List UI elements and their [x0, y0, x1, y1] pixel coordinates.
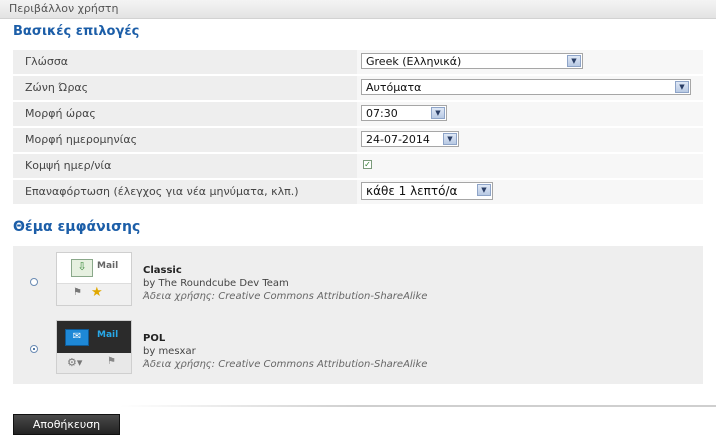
save-button[interactable]: Αποθήκευση	[13, 414, 120, 435]
option-row-pretty-date: Κομψή ημερ/νία ✓	[13, 154, 703, 179]
skin-pol-license: Άδεια χρήσης: Creative Commons Attributi…	[143, 359, 428, 370]
chevron-down-icon: ▼	[477, 184, 491, 196]
chevron-down-icon: ▼	[675, 81, 689, 93]
skin-classic-thumbnail: ⇩ Mail ⚑ ★	[56, 252, 132, 306]
thumb-mail-label: Mail	[97, 330, 119, 340]
thumb-toolbar: ⚑ ★	[57, 283, 131, 305]
skin-classic-license: Άδεια χρήσης: Creative Commons Attributi…	[143, 291, 428, 302]
skin-pol-thumbnail: ✉ Mail ⚙▾ ⚑	[56, 320, 132, 374]
option-row-date-format: Μορφή ημερομηνίας 24-07-2014 ▼	[13, 128, 703, 153]
mail-envelope-icon: ✉	[65, 329, 89, 346]
skin-classic-name: Classic	[143, 265, 182, 276]
timezone-value: Αυτόματα	[366, 81, 422, 94]
chevron-down-icon: ▼	[431, 107, 445, 119]
refresh-cell: κάθε 1 λεπτό/α ▼	[357, 180, 703, 204]
skin-list: ⇩ Mail ⚑ ★ Classic by The Roundcube Dev …	[13, 246, 703, 384]
window-titlebar: Περιβάλλον χρήστη	[0, 0, 716, 19]
refresh-label: Επαναφόρτωση (έλεγχος για νέα μηνύματα, …	[25, 185, 299, 198]
skin-option-classic[interactable]: ⇩ Mail ⚑ ★ Classic by The Roundcube Dev …	[13, 250, 703, 312]
refresh-value: κάθε 1 λεπτό/α	[366, 184, 458, 198]
chevron-down-icon: ▼	[567, 55, 581, 67]
skin-pol-radio[interactable]	[30, 345, 38, 353]
skin-pol-name: POL	[143, 333, 166, 344]
skin-option-pol[interactable]: ✉ Mail ⚙▾ ⚑ POL by mesxar Άδεια χρήσης: …	[13, 318, 703, 380]
option-row-time-format: Μορφή ώρας 07:30 ▼	[13, 102, 703, 127]
language-select[interactable]: Greek (Ελληνικά) ▼	[361, 53, 583, 69]
language-cell: Greek (Ελληνικά) ▼	[357, 50, 703, 74]
footer-divider	[120, 405, 716, 407]
date-format-label: Μορφή ημερομηνίας	[25, 133, 138, 146]
chevron-down-icon: ▼	[443, 133, 457, 145]
flag-icon: ⚑	[107, 356, 116, 367]
date-format-cell: 24-07-2014 ▼	[357, 128, 703, 152]
time-format-value: 07:30	[366, 107, 398, 120]
timezone-label: Ζώνη Ώρας	[25, 81, 89, 94]
mail-download-icon: ⇩	[71, 259, 93, 277]
timezone-cell: Αυτόματα ▼	[357, 76, 703, 100]
star-icon: ★	[91, 285, 103, 300]
date-format-value: 24-07-2014	[366, 133, 430, 146]
time-format-cell: 07:30 ▼	[357, 102, 703, 126]
option-row-refresh: Επαναφόρτωση (έλεγχος για νέα μηνύματα, …	[13, 180, 703, 205]
time-format-select[interactable]: 07:30 ▼	[361, 105, 447, 121]
pretty-date-label: Κομψή ημερ/νία	[25, 159, 112, 172]
main-options-heading: Βασικές επιλογές	[13, 24, 140, 39]
language-value: Greek (Ελληνικά)	[366, 55, 462, 68]
skin-classic-radio[interactable]	[30, 278, 38, 286]
refresh-select[interactable]: κάθε 1 λεπτό/α ▼	[361, 182, 493, 200]
main-options-table: Γλώσσα Greek (Ελληνικά) ▼ Ζώνη Ώρας Αυτό…	[13, 50, 703, 206]
gear-icon: ⚙▾	[67, 356, 83, 369]
skin-pol-info: POL by mesxar Άδεια χρήσης: Creative Com…	[143, 332, 427, 371]
skin-pol-author: by mesxar	[143, 346, 196, 357]
timezone-select[interactable]: Αυτόματα ▼	[361, 79, 691, 95]
thumb-toolbar: ⚙▾ ⚑	[57, 353, 131, 373]
language-label: Γλώσσα	[25, 55, 69, 68]
flag-icon: ⚑	[73, 287, 82, 298]
pretty-date-checkbox[interactable]: ✓	[363, 160, 372, 169]
pretty-date-cell: ✓	[357, 154, 703, 178]
window-title: Περιβάλλον χρήστη	[9, 2, 119, 15]
date-format-select[interactable]: 24-07-2014 ▼	[361, 131, 459, 147]
skin-heading: Θέμα εμφάνισης	[13, 219, 141, 235]
skin-classic-author: by The Roundcube Dev Team	[143, 278, 289, 289]
thumb-mail-label: Mail	[97, 261, 119, 271]
option-row-timezone: Ζώνη Ώρας Αυτόματα ▼	[13, 76, 703, 101]
time-format-label: Μορφή ώρας	[25, 107, 96, 120]
skin-classic-info: Classic by The Roundcube Dev Team Άδεια …	[143, 264, 427, 303]
option-row-language: Γλώσσα Greek (Ελληνικά) ▼	[13, 50, 703, 75]
